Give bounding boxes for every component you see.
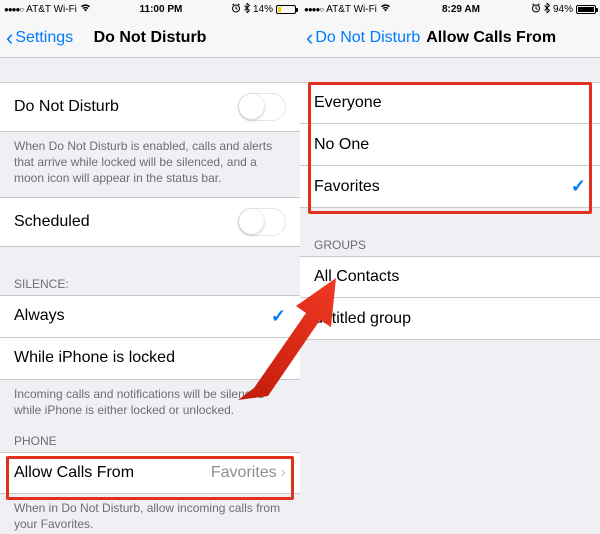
allow-calls-footer: When in Do Not Disturb, allow incoming c… — [0, 494, 300, 534]
silence-always-row[interactable]: Always ✓ — [0, 295, 300, 338]
group-all-contacts-row[interactable]: All Contacts — [300, 256, 600, 298]
silence-always-label: Always — [14, 307, 271, 325]
option-favorites-row[interactable]: Favorites ✓ — [300, 166, 600, 208]
dnd-switch[interactable] — [238, 93, 286, 121]
screenshot-do-not-disturb: ●●●●○ AT&T Wi-Fi 11:00 PM 14% ‹ Settings… — [0, 0, 300, 534]
nav-bar: ‹ Settings Do Not Disturb — [0, 18, 300, 58]
dnd-label: Do Not Disturb — [14, 98, 238, 116]
battery-percent: 14% — [253, 4, 273, 15]
back-button[interactable]: ‹ Do Not Disturb — [306, 27, 420, 49]
dnd-footer: When Do Not Disturb is enabled, calls an… — [0, 132, 300, 197]
allow-calls-value: Favorites — [211, 464, 277, 482]
scheduled-label: Scheduled — [14, 213, 238, 231]
allow-calls-label: Allow Calls From — [14, 464, 211, 482]
status-bar: ●●●●○ AT&T Wi-Fi 8:29 AM 94% — [300, 0, 600, 18]
wifi-icon — [80, 3, 91, 15]
silence-header: SILENCE: — [0, 271, 300, 295]
nav-bar: ‹ Do Not Disturb Allow Calls From — [300, 18, 600, 58]
group-all-contacts-label: All Contacts — [314, 268, 586, 286]
battery-icon — [276, 5, 296, 14]
screenshot-allow-calls-from: ●●●●○ AT&T Wi-Fi 8:29 AM 94% ‹ Do Not Di… — [300, 0, 600, 534]
group-untitled-label: untitled group — [314, 310, 586, 328]
option-everyone-label: Everyone — [314, 94, 586, 112]
signal-icon: ●●●●○ — [4, 5, 23, 14]
allow-calls-from-row[interactable]: Allow Calls From Favorites › — [0, 452, 300, 494]
alarm-icon — [531, 3, 541, 16]
bluetooth-icon — [244, 3, 250, 16]
back-label: Do Not Disturb — [315, 29, 420, 47]
signal-icon: ●●●●○ — [304, 5, 323, 14]
scheduled-switch[interactable] — [238, 208, 286, 236]
status-time: 8:29 AM — [391, 4, 531, 15]
option-favorites-label: Favorites — [314, 178, 571, 196]
scheduled-row[interactable]: Scheduled — [0, 197, 300, 247]
chevron-right-icon: › — [281, 464, 286, 482]
option-noone-label: No One — [314, 136, 586, 154]
status-time: 11:00 PM — [91, 4, 231, 15]
checkmark-icon: ✓ — [571, 176, 586, 197]
groups-header: GROUPS — [300, 232, 600, 256]
back-label: Settings — [15, 29, 73, 47]
carrier-label: AT&T Wi-Fi — [26, 4, 77, 15]
silence-footer: Incoming calls and notifications will be… — [0, 380, 300, 428]
wifi-icon — [380, 3, 391, 15]
phone-header: PHONE — [0, 428, 300, 452]
status-bar: ●●●●○ AT&T Wi-Fi 11:00 PM 14% — [0, 0, 300, 18]
bluetooth-icon — [544, 3, 550, 16]
dnd-toggle-row[interactable]: Do Not Disturb — [0, 82, 300, 132]
option-noone-row[interactable]: No One — [300, 124, 600, 166]
chevron-left-icon: ‹ — [306, 27, 313, 49]
alarm-icon — [231, 3, 241, 16]
option-everyone-row[interactable]: Everyone — [300, 82, 600, 124]
silence-locked-row[interactable]: While iPhone is locked — [0, 338, 300, 380]
carrier-label: AT&T Wi-Fi — [326, 4, 377, 15]
chevron-left-icon: ‹ — [6, 27, 13, 49]
page-title: Allow Calls From — [426, 29, 556, 47]
battery-percent: 94% — [553, 4, 573, 15]
group-untitled-row[interactable]: untitled group — [300, 298, 600, 340]
battery-icon — [576, 5, 596, 14]
back-button[interactable]: ‹ Settings — [6, 27, 73, 49]
checkmark-icon: ✓ — [271, 306, 286, 327]
silence-locked-label: While iPhone is locked — [14, 349, 286, 367]
